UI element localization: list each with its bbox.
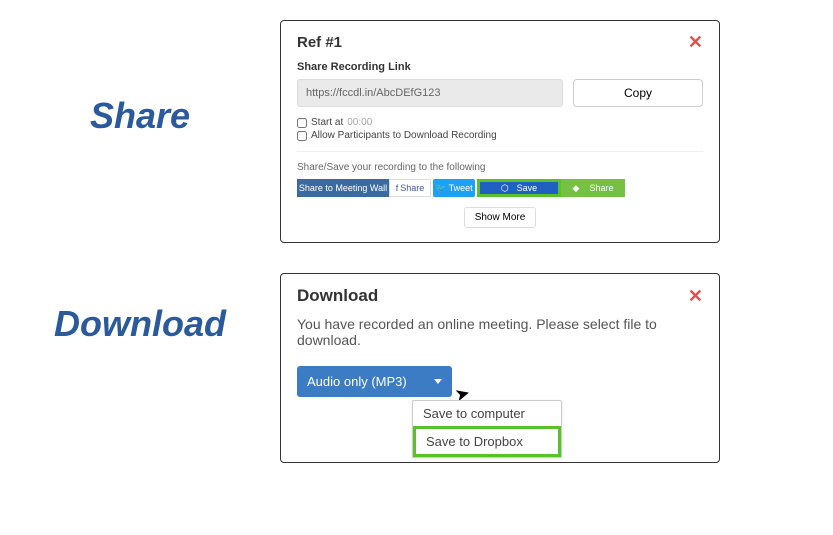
close-icon[interactable]: ✕ [688, 33, 703, 51]
dropbox-highlight: ⬡Save [477, 179, 561, 197]
dropbox-icon: ⬡ [501, 183, 509, 194]
start-at-label: Start at [311, 117, 343, 128]
download-format-dropdown[interactable]: Audio only (MP3) [297, 366, 452, 397]
allow-participants-label: Allow Participants to Download Recording [311, 130, 497, 141]
download-menu: Save to computer Save to Dropbox [412, 400, 562, 458]
twitter-icon: 🐦 [435, 183, 446, 194]
share-heading: Share [0, 95, 280, 137]
menu-save-dropbox[interactable]: Save to Dropbox [413, 426, 561, 457]
download-format-label: Audio only (MP3) [307, 374, 434, 389]
start-at-checkbox[interactable] [297, 118, 307, 128]
share-meeting-wall-button[interactable]: Share to Meeting Wall [297, 179, 389, 197]
share-twitter-button[interactable]: 🐦Tweet [433, 179, 475, 197]
share-link-label: Share Recording Link [297, 61, 703, 73]
allow-participants-checkbox[interactable] [297, 131, 307, 141]
share-panel-title: Ref #1 [297, 34, 342, 51]
download-message: You have recorded an online meeting. Ple… [281, 316, 719, 348]
start-at-time: 00:00 [347, 117, 372, 128]
share-save-label: Share/Save your recording to the followi… [297, 162, 703, 173]
close-icon[interactable]: ✕ [688, 287, 703, 305]
download-heading: Download [0, 303, 280, 345]
menu-save-computer[interactable]: Save to computer [413, 401, 561, 426]
share-link-input[interactable] [297, 79, 563, 107]
facebook-icon: f [396, 183, 399, 193]
share-evernote-button[interactable]: ◆Share [561, 179, 625, 197]
chevron-down-icon [434, 379, 442, 384]
download-panel-title: Download [297, 286, 378, 306]
show-more-button[interactable]: Show More [464, 207, 537, 228]
evernote-icon: ◆ [573, 183, 580, 194]
share-facebook-button[interactable]: fShare [389, 179, 431, 197]
share-buttons-row: Share to Meeting Wall fShare 🐦Tweet ⬡Sav… [297, 179, 703, 197]
copy-button[interactable]: Copy [573, 79, 703, 107]
download-panel: Download ✕ You have recorded an online m… [280, 273, 720, 463]
share-panel: Ref #1 ✕ Share Recording Link Copy Start… [280, 20, 720, 243]
save-dropbox-button[interactable]: ⬡Save [480, 182, 558, 194]
